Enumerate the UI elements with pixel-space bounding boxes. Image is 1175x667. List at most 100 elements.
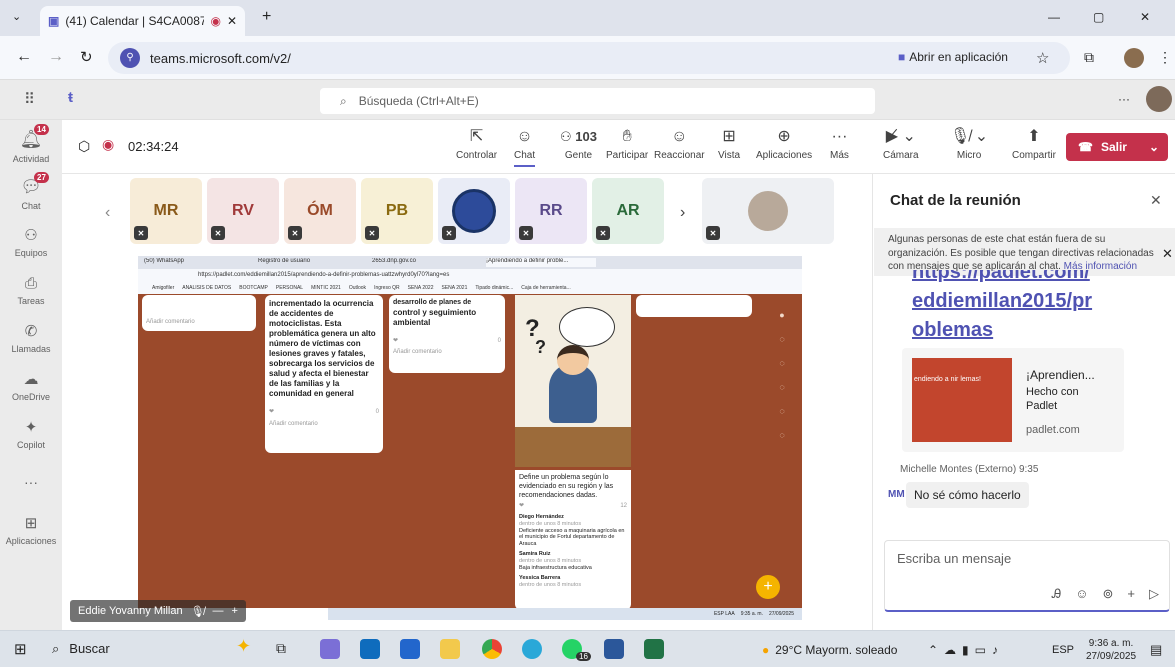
participant-tile[interactable]: PB ✕ bbox=[361, 178, 433, 244]
taskbar-search[interactable]: ⌕ Buscar bbox=[52, 641, 110, 657]
compose-placeholder: Escriba un mensaje bbox=[897, 551, 1012, 566]
message-avatar: MM bbox=[888, 489, 905, 500]
forward-icon[interactable]: → bbox=[48, 48, 64, 66]
window-minimize-button[interactable]: — bbox=[1048, 10, 1060, 24]
camera-button[interactable]: ▶̸ ⌄ Cámara bbox=[883, 127, 919, 161]
view-button[interactable]: ⊞ Vista bbox=[718, 127, 740, 161]
raise-hand-button[interactable]: ✋︎ Participar bbox=[606, 127, 648, 161]
settings-more-icon[interactable]: ··· bbox=[1118, 92, 1130, 106]
rail-item-aplicaciones[interactable]: ⊞ Aplicaciones bbox=[0, 506, 62, 554]
apps-button[interactable]: ⊕ Aplicaciones bbox=[756, 127, 812, 161]
taskbar-clock[interactable]: 9:36 a. m. 27/09/2025 bbox=[1086, 637, 1136, 663]
chat-toggle-button[interactable]: ☺ Chat bbox=[514, 127, 536, 167]
search-input[interactable]: ⌕ Búsqueda (Ctrl+Alt+E) bbox=[320, 88, 875, 114]
mic-button[interactable]: 🎙︎̸ ⌄ Micro bbox=[950, 127, 988, 161]
chat-link[interactable]: https://padlet.com/eddiemillan2015/pr obl… bbox=[912, 270, 1152, 350]
tab-list-chevron-icon[interactable]: ⌄ bbox=[12, 10, 21, 23]
windows-start-icon[interactable]: ⊞ bbox=[14, 640, 27, 658]
padlet-card-problema[interactable]: Define un problema según lo evidenciado … bbox=[515, 470, 631, 610]
send-icon[interactable]: ▷ bbox=[1149, 586, 1159, 602]
teams-favicon-icon: ▣ bbox=[48, 14, 60, 28]
outlook-app-icon[interactable] bbox=[360, 639, 380, 659]
browser-menu-icon[interactable]: ⋮ bbox=[1158, 49, 1172, 66]
preview-domain: padlet.com bbox=[1026, 424, 1080, 436]
link-preview-card[interactable]: endiendo a nir lemas! ¡Aprendien... Hech… bbox=[902, 348, 1124, 452]
more-button[interactable]: ··· Más bbox=[830, 127, 849, 161]
new-tab-button[interactable]: + bbox=[262, 8, 271, 26]
people-button[interactable]: ⚇ 103 Gente bbox=[560, 127, 597, 161]
emoji-icon[interactable]: ☺ bbox=[1075, 586, 1088, 602]
back-icon[interactable]: ← bbox=[16, 48, 32, 66]
site-info-icon[interactable]: ⚲ bbox=[120, 48, 140, 68]
leave-chevron-icon[interactable]: ⌄ bbox=[1149, 140, 1159, 154]
tiles-next-icon[interactable]: › bbox=[680, 204, 685, 222]
word-app-icon[interactable] bbox=[604, 639, 624, 659]
participant-video-tile[interactable]: ✕ bbox=[438, 178, 510, 244]
tab-close-icon[interactable]: ✕ bbox=[227, 14, 237, 28]
message-compose-box[interactable]: Escriba un mensaje Ꭿ ☺ ⊚ + ▷ bbox=[884, 540, 1170, 612]
participant-tile[interactable]: ÓM ✕ bbox=[284, 178, 356, 244]
excel-app-icon[interactable] bbox=[644, 639, 664, 659]
attach-icon[interactable]: ⊚ bbox=[1103, 586, 1114, 602]
padlet-side-toolbar: ● ◌ ◌ ◌ ◌ ◌ bbox=[772, 310, 792, 500]
browser-tab[interactable]: ▣ (41) Calendar | S4CA008726 ◉ ✕ bbox=[40, 6, 245, 36]
participant-tile[interactable]: RV ✕ bbox=[207, 178, 279, 244]
plus-icon[interactable]: + bbox=[1127, 586, 1135, 602]
share-button[interactable]: ⬆ Compartir bbox=[1012, 127, 1056, 161]
open-in-app-button[interactable]: ■ Abrir en aplicación bbox=[898, 50, 1008, 64]
extensions-icon[interactable]: ⧉ bbox=[1084, 49, 1094, 66]
add-comment-link[interactable]: Añadir comentario bbox=[269, 421, 379, 429]
participant-tile[interactable]: AR ✕ bbox=[592, 178, 664, 244]
chrome-app-icon[interactable] bbox=[482, 639, 502, 659]
bookmark-star-icon[interactable]: ☆ bbox=[1036, 49, 1049, 67]
participant-photo bbox=[748, 191, 788, 231]
muted-mic-icon: ✕ bbox=[706, 226, 720, 240]
format-icon[interactable]: Ꭿ bbox=[1052, 586, 1061, 602]
add-comment-link[interactable]: Añadir comentario bbox=[393, 349, 501, 357]
profile-avatar[interactable] bbox=[1124, 48, 1144, 68]
mic-off-icon: 🎙︎̸ ⌄ bbox=[950, 128, 989, 145]
rail-item-equipos[interactable]: ⚇ Equipos bbox=[0, 218, 62, 266]
dismiss-notice-icon[interactable]: ✕ bbox=[1162, 246, 1173, 262]
participant-tile[interactable]: MR ✕ bbox=[130, 178, 202, 244]
leave-button[interactable]: ☎ Salir ⌄ bbox=[1066, 133, 1168, 161]
input-language[interactable]: ESP bbox=[1052, 644, 1074, 656]
rail-item-onedrive[interactable]: ☁ OneDrive bbox=[0, 362, 62, 410]
react-button[interactable]: ☺ Reaccionar bbox=[654, 127, 705, 161]
padlet-card-ambiental[interactable]: desarrollo de planes de control y seguim… bbox=[389, 295, 505, 373]
tasks-icon: ⎙ bbox=[24, 274, 37, 292]
window-close-button[interactable]: ✕ bbox=[1140, 10, 1150, 24]
file-explorer-icon[interactable] bbox=[440, 639, 460, 659]
rail-item-chat[interactable]: 💬︎ Chat 27 bbox=[0, 170, 62, 218]
participant-tile[interactable]: RR ✕ bbox=[515, 178, 587, 244]
close-chat-icon[interactable]: ✕ bbox=[1150, 192, 1162, 209]
muted-mic-icon: 🎙︎̸ bbox=[190, 605, 205, 618]
copilot-app-icon[interactable] bbox=[320, 639, 340, 659]
padlet-tool-icon: ◌ bbox=[779, 358, 785, 368]
reload-icon[interactable]: ↻ bbox=[80, 48, 93, 66]
tiles-prev-icon[interactable]: ‹ bbox=[105, 204, 110, 222]
system-tray-icons[interactable]: ⌃☁▮▭♪ bbox=[928, 643, 1004, 657]
padlet-tool-icon: ◌ bbox=[779, 382, 785, 392]
control-button[interactable]: ⇱ Controlar bbox=[456, 127, 497, 161]
rail-item-tareas[interactable]: ⎙ Tareas bbox=[0, 266, 62, 314]
rail-item-more[interactable]: ··· bbox=[0, 458, 62, 506]
search-placeholder: Búsqueda (Ctrl+Alt+E) bbox=[358, 94, 479, 108]
padlet-add-button[interactable]: + bbox=[756, 575, 780, 599]
store-app-icon[interactable] bbox=[400, 639, 420, 659]
rail-item-copilot[interactable]: ✦ Copilot bbox=[0, 410, 62, 458]
weather-widget[interactable]: ● 29°C Mayorm. soleado bbox=[762, 643, 897, 657]
rail-item-actividad[interactable]: 🔔︎ Actividad 14 bbox=[0, 122, 62, 170]
app-launcher-icon[interactable]: ⠿ bbox=[24, 90, 35, 108]
padlet-tool-icon: ◌ bbox=[779, 430, 785, 440]
rail-item-llamadas[interactable]: ✆ Llamadas bbox=[0, 314, 62, 362]
padlet-tool-icon: ◌ bbox=[779, 406, 785, 416]
task-view-icon[interactable]: ⧉ bbox=[276, 640, 286, 657]
window-maximize-button[interactable]: ▢ bbox=[1093, 10, 1104, 24]
padlet-card-accidentes[interactable]: incrementado la ocurrencia de accidentes… bbox=[265, 295, 383, 453]
meeting-timer: 02:34:24 bbox=[128, 139, 179, 154]
participant-video-tile[interactable]: ✕ bbox=[702, 178, 834, 244]
user-avatar[interactable] bbox=[1146, 86, 1172, 112]
edge-app-icon[interactable] bbox=[522, 639, 542, 659]
notifications-icon[interactable]: ▤ bbox=[1150, 642, 1162, 658]
